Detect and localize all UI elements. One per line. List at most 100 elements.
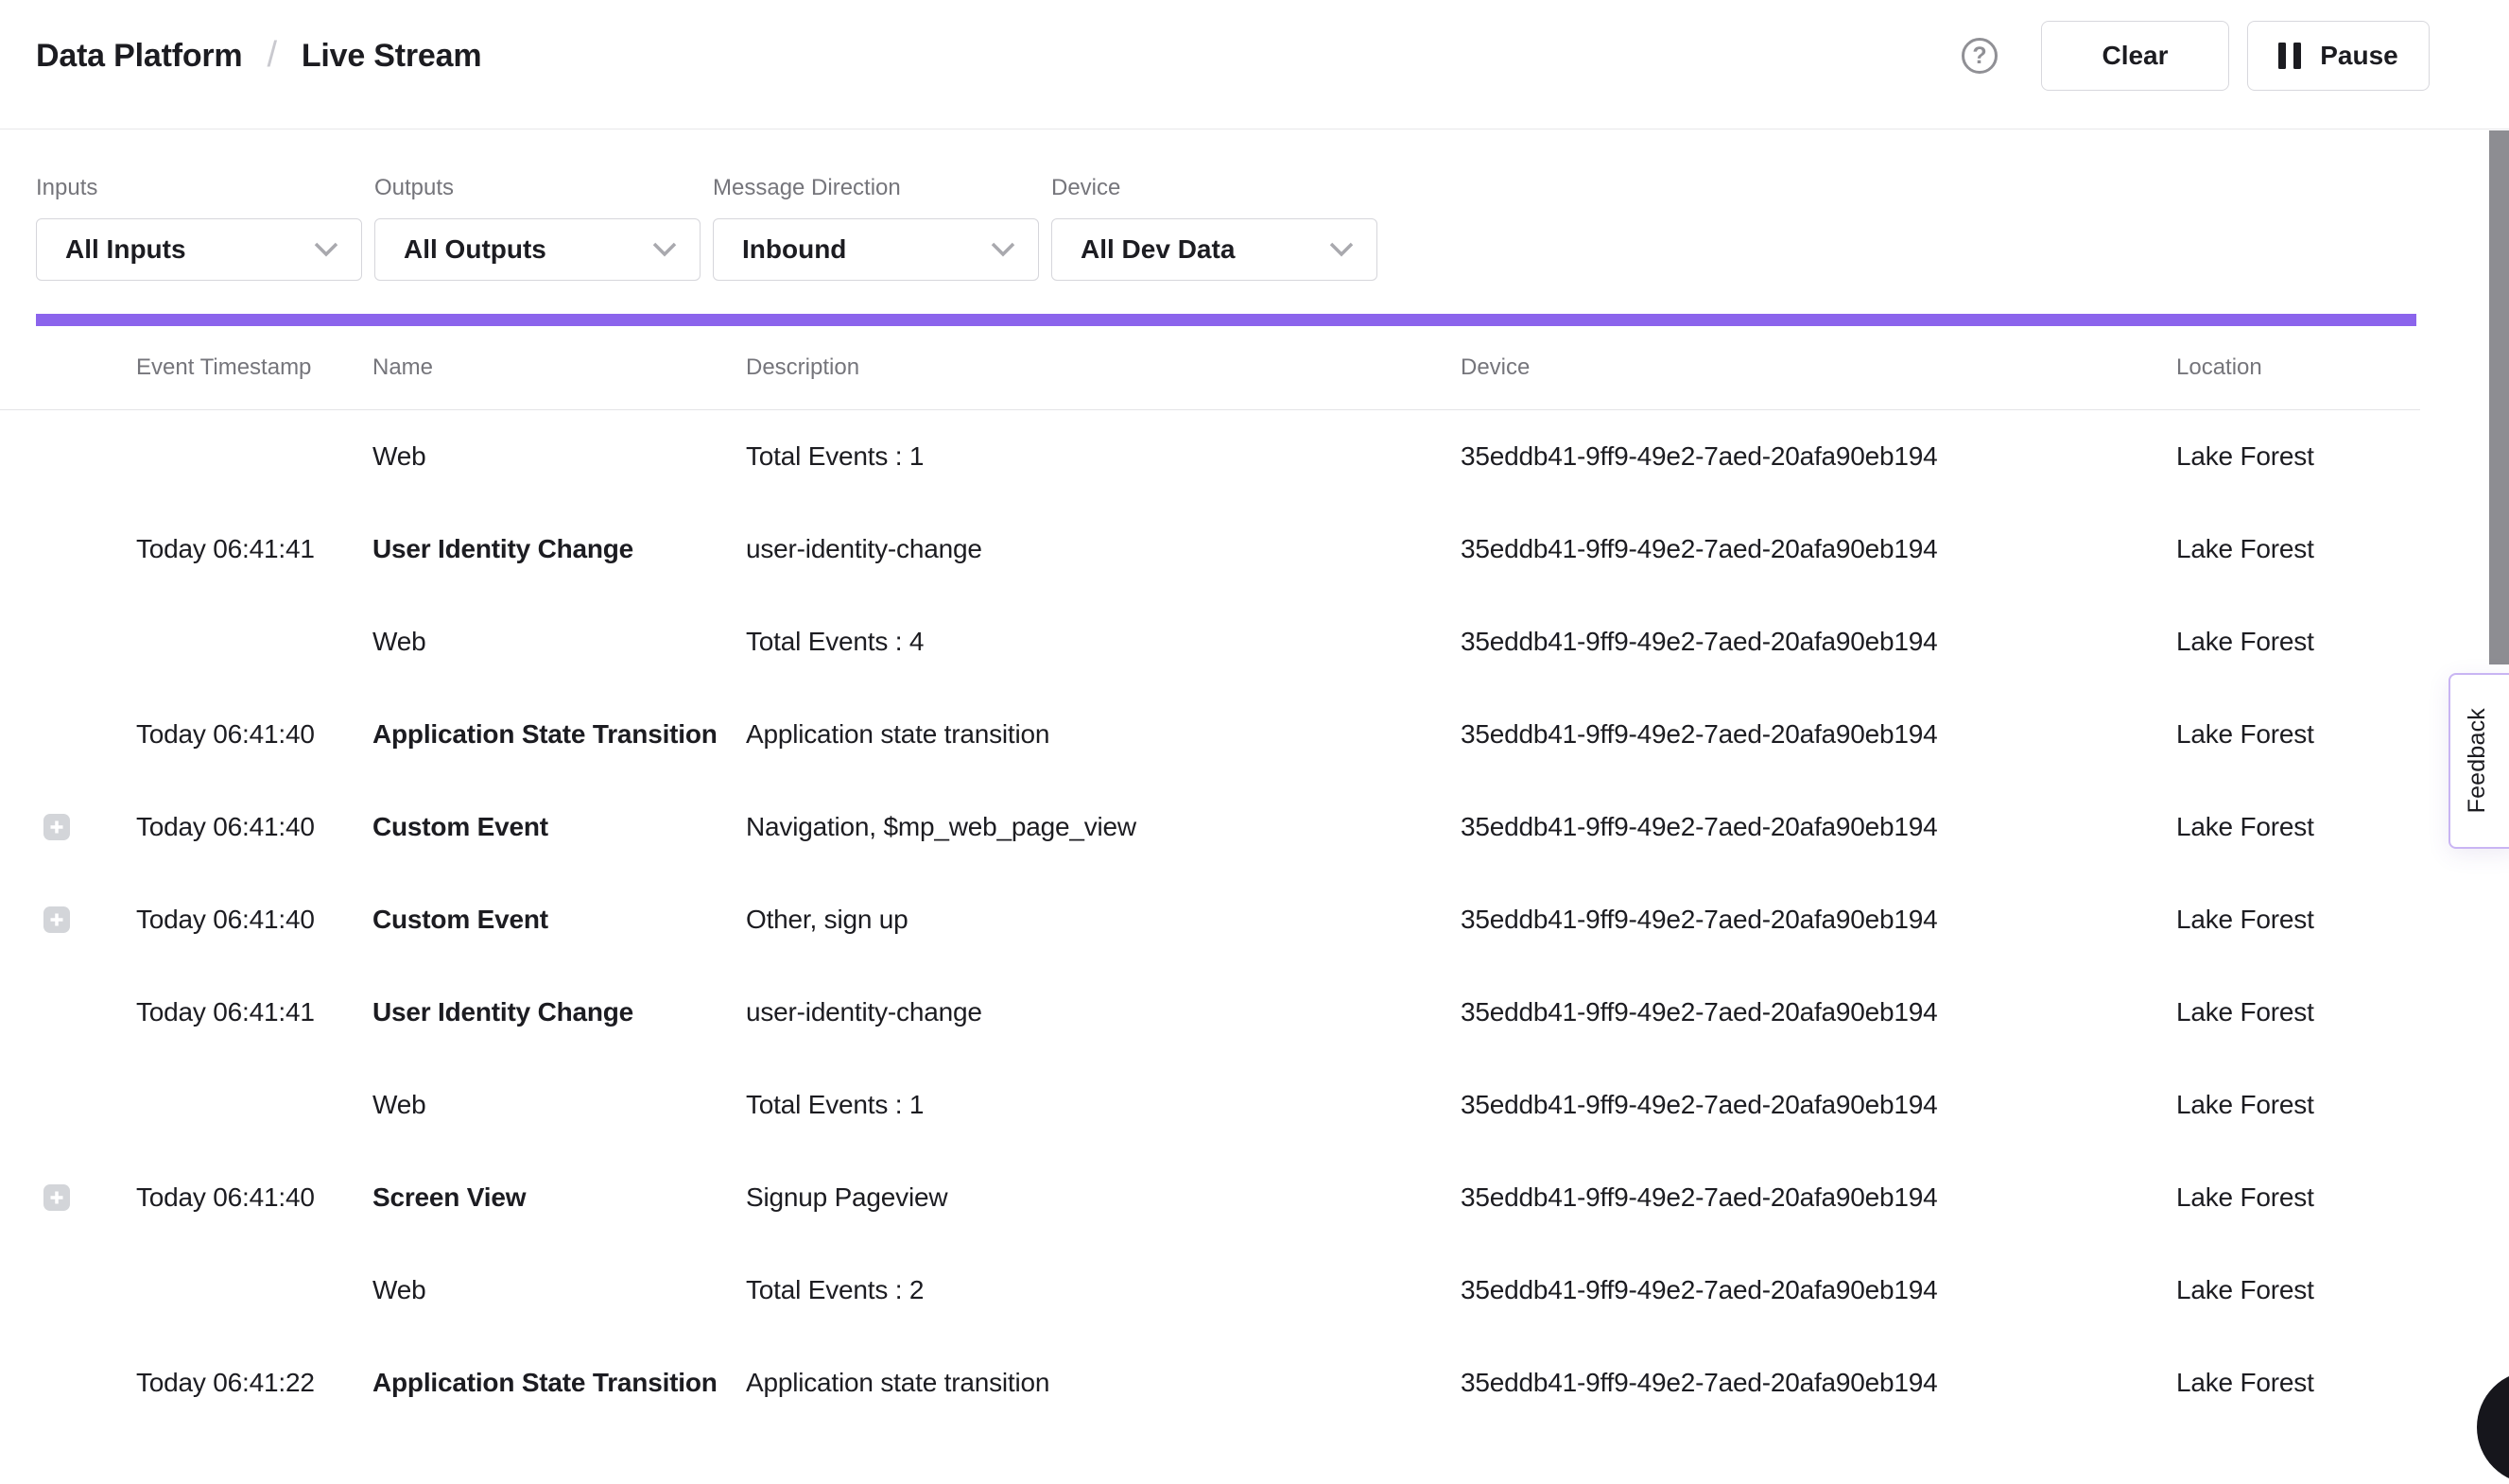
event-location: Lake Forest: [2176, 627, 2420, 657]
inputs-filter-label: Inputs: [36, 175, 362, 201]
event-name: User Identity Change: [372, 997, 746, 1027]
expand-row-button[interactable]: [43, 1184, 70, 1211]
live-stream-table: Event Timestamp Name Description Device …: [0, 326, 2420, 1429]
event-device: 35eddb41-9ff9-49e2-7aed-20afa90eb194: [1461, 1182, 2176, 1213]
event-device: 35eddb41-9ff9-49e2-7aed-20afa90eb194: [1461, 627, 2176, 657]
table-row[interactable]: Today 06:41:40 Screen View Signup Pagevi…: [0, 1151, 2420, 1244]
event-description: Total Events : 2: [746, 1275, 1461, 1305]
event-timestamp: Today 06:41:40: [136, 1182, 372, 1213]
help-icon[interactable]: ?: [1962, 38, 1998, 74]
event-location: Lake Forest: [2176, 1275, 2420, 1305]
column-location: Location: [2176, 354, 2420, 381]
inputs-filter-select[interactable]: All Inputs: [36, 218, 362, 281]
event-description: Application state transition: [746, 1368, 1461, 1398]
event-description: Signup Pageview: [746, 1182, 1461, 1213]
event-name: Web: [372, 1090, 746, 1120]
message-direction-filter-value: Inbound: [742, 234, 846, 265]
clear-button[interactable]: Clear: [2041, 21, 2229, 91]
page-header: Data Platform / Live Stream ? Clear Paus…: [0, 0, 2509, 129]
event-name: Screen View: [372, 1182, 746, 1213]
event-timestamp: Today 06:41:41: [136, 997, 372, 1027]
scrollbar-thumb[interactable]: [2489, 130, 2509, 664]
event-timestamp: Today 06:41:41: [136, 534, 372, 564]
event-location: Lake Forest: [2176, 1368, 2420, 1398]
breadcrumb-data-platform[interactable]: Data Platform: [36, 38, 242, 75]
expand-row-button[interactable]: [43, 814, 70, 840]
table-header-row: Event Timestamp Name Description Device …: [0, 326, 2420, 410]
table-row[interactable]: Today 06:41:40 Custom Event Other, sign …: [0, 873, 2420, 966]
feedback-tab[interactable]: Feedback: [2448, 673, 2509, 849]
column-description: Description: [746, 354, 1461, 381]
filter-bar: Inputs All Inputs Outputs All Outputs Me…: [0, 129, 2509, 281]
event-device: 35eddb41-9ff9-49e2-7aed-20afa90eb194: [1461, 1090, 2176, 1120]
expander-cell: [0, 1184, 136, 1211]
chevron-down-icon: [652, 242, 677, 257]
event-timestamp: Today 06:41:40: [136, 719, 372, 750]
chevron-down-icon: [1329, 242, 1354, 257]
message-direction-filter-label: Message Direction: [713, 175, 1039, 201]
table-row[interactable]: Web Total Events : 4 35eddb41-9ff9-49e2-…: [0, 595, 2420, 688]
breadcrumb-divider: /: [267, 35, 276, 76]
event-location: Lake Forest: [2176, 1090, 2420, 1120]
expand-row-button[interactable]: [43, 906, 70, 933]
inputs-filter-value: All Inputs: [65, 234, 186, 265]
event-location: Lake Forest: [2176, 719, 2420, 750]
event-name: Application State Transition: [372, 719, 746, 750]
event-description: Total Events : 1: [746, 441, 1461, 472]
event-timestamp: Today 06:41:40: [136, 812, 372, 842]
device-filter-label: Device: [1051, 175, 1377, 201]
expander-cell: [0, 814, 136, 840]
header-actions: ? Clear Pause: [1962, 21, 2430, 91]
filter-inputs: Inputs All Inputs: [36, 175, 362, 281]
plus-icon: [49, 1190, 64, 1205]
event-device: 35eddb41-9ff9-49e2-7aed-20afa90eb194: [1461, 1368, 2176, 1398]
pause-button[interactable]: Pause: [2247, 21, 2430, 91]
event-name: Application State Transition: [372, 1368, 746, 1398]
table-row[interactable]: Today 06:41:40 Custom Event Navigation, …: [0, 781, 2420, 873]
table-row[interactable]: Web Total Events : 1 35eddb41-9ff9-49e2-…: [0, 410, 2420, 503]
table-row[interactable]: Web Total Events : 2 35eddb41-9ff9-49e2-…: [0, 1244, 2420, 1337]
device-filter-value: All Dev Data: [1081, 234, 1235, 265]
outputs-filter-value: All Outputs: [404, 234, 546, 265]
device-filter-select[interactable]: All Dev Data: [1051, 218, 1377, 281]
column-name: Name: [372, 354, 746, 381]
event-device: 35eddb41-9ff9-49e2-7aed-20afa90eb194: [1461, 534, 2176, 564]
event-description: Navigation, $mp_web_page_view: [746, 812, 1461, 842]
chat-widget-button[interactable]: [2477, 1371, 2509, 1484]
table-row[interactable]: Today 06:41:41 User Identity Change user…: [0, 503, 2420, 595]
chevron-down-icon: [991, 242, 1015, 257]
event-device: 35eddb41-9ff9-49e2-7aed-20afa90eb194: [1461, 1275, 2176, 1305]
table-row[interactable]: Today 06:41:40 Application State Transit…: [0, 688, 2420, 781]
event-name: Web: [372, 1275, 746, 1305]
event-location: Lake Forest: [2176, 534, 2420, 564]
outputs-filter-select[interactable]: All Outputs: [374, 218, 701, 281]
event-description: Other, sign up: [746, 905, 1461, 935]
message-direction-filter-select[interactable]: Inbound: [713, 218, 1039, 281]
event-device: 35eddb41-9ff9-49e2-7aed-20afa90eb194: [1461, 812, 2176, 842]
column-event-timestamp: Event Timestamp: [136, 354, 372, 381]
filter-device: Device All Dev Data: [1051, 175, 1377, 281]
filter-outputs: Outputs All Outputs: [374, 175, 701, 281]
chevron-down-icon: [314, 242, 338, 257]
event-location: Lake Forest: [2176, 905, 2420, 935]
plus-icon: [49, 820, 64, 835]
event-timestamp: Today 06:41:22: [136, 1368, 372, 1398]
live-stream-progress-bar: [36, 314, 2416, 326]
event-location: Lake Forest: [2176, 1182, 2420, 1213]
event-name: Web: [372, 441, 746, 472]
event-location: Lake Forest: [2176, 441, 2420, 472]
event-name: Custom Event: [372, 905, 746, 935]
event-description: user-identity-change: [746, 534, 1461, 564]
outputs-filter-label: Outputs: [374, 175, 701, 201]
event-device: 35eddb41-9ff9-49e2-7aed-20afa90eb194: [1461, 905, 2176, 935]
table-row[interactable]: Today 06:41:22 Application State Transit…: [0, 1337, 2420, 1429]
table-row[interactable]: Web Total Events : 1 35eddb41-9ff9-49e2-…: [0, 1059, 2420, 1151]
breadcrumb-live-stream[interactable]: Live Stream: [302, 38, 482, 75]
event-description: Total Events : 4: [746, 627, 1461, 657]
filter-message-direction: Message Direction Inbound: [713, 175, 1039, 281]
event-description: Total Events : 1: [746, 1090, 1461, 1120]
plus-icon: [49, 912, 64, 927]
event-timestamp: Today 06:41:40: [136, 905, 372, 935]
table-row[interactable]: Today 06:41:41 User Identity Change user…: [0, 966, 2420, 1059]
feedback-tab-label: Feedback: [2464, 708, 2491, 813]
